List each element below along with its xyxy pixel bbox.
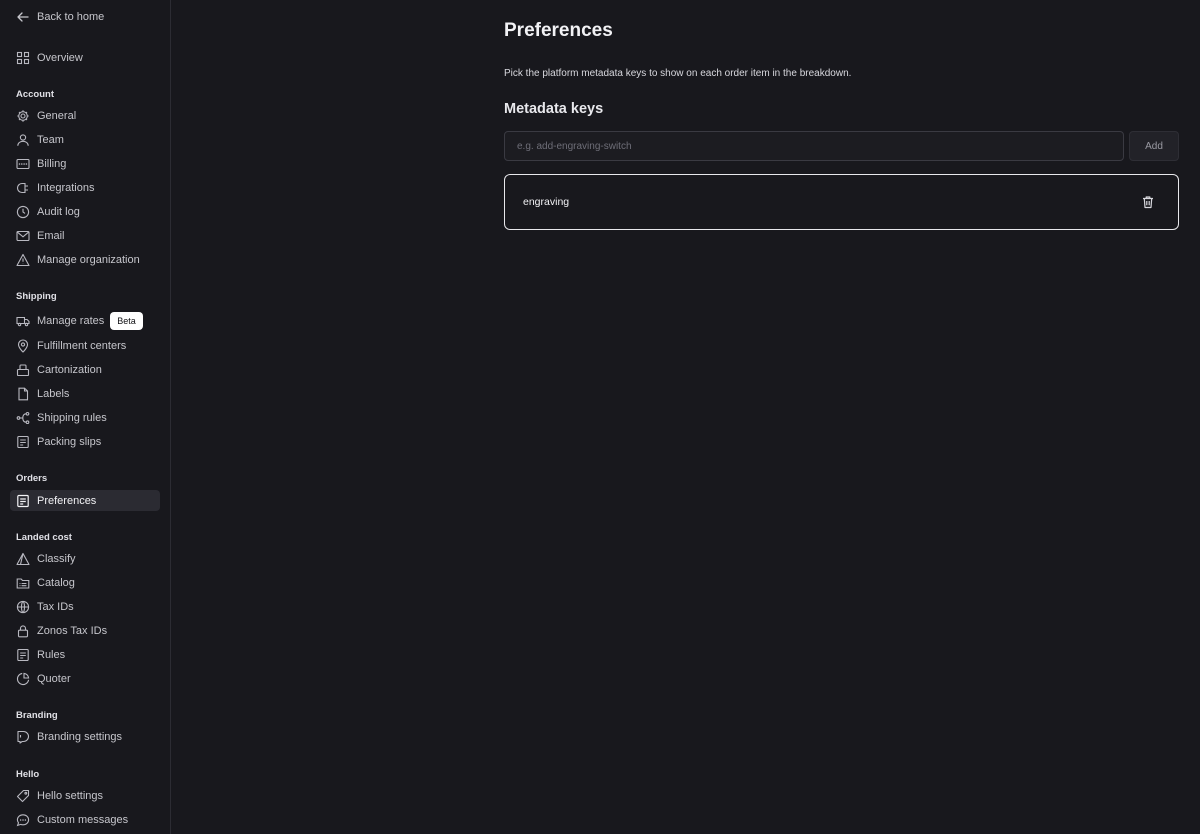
sidebar-item-integrations[interactable]: Integrations bbox=[10, 177, 160, 198]
metadata-key-row: engraving bbox=[504, 174, 1179, 230]
sidebar-item-label: Hello settings bbox=[37, 789, 104, 802]
sidebar-item-manage-organization[interactable]: Manage organization bbox=[10, 249, 160, 270]
metadata-keys-title: Metadata keys bbox=[504, 101, 604, 117]
sidebar-item-label: Classify bbox=[37, 552, 76, 565]
brand-shape-icon bbox=[16, 730, 30, 744]
sidebar: Back to home Overview Account General Te… bbox=[0, 0, 171, 834]
tag-icon bbox=[16, 789, 30, 803]
trash-icon[interactable] bbox=[1140, 194, 1156, 210]
mail-icon bbox=[16, 229, 30, 243]
box-icon bbox=[16, 363, 30, 377]
globe-icon bbox=[16, 600, 30, 614]
grid-icon bbox=[16, 51, 30, 65]
sidebar-item-email[interactable]: Email bbox=[10, 225, 160, 246]
sidebar-item-catalog[interactable]: Catalog bbox=[10, 572, 160, 593]
sidebar-item-general[interactable]: General bbox=[10, 105, 160, 126]
sidebar-item-label: Tax IDs bbox=[37, 600, 74, 613]
preferences-doc-icon bbox=[16, 494, 30, 508]
sidebar-item-custom-messages[interactable]: Custom messages bbox=[10, 809, 160, 830]
sidebar-item-label: Email bbox=[37, 229, 65, 242]
sidebar-item-quoter[interactable]: Quoter bbox=[10, 668, 160, 689]
sidebar-item-tax-ids[interactable]: Tax IDs bbox=[10, 596, 160, 617]
sidebar-item-label: Rules bbox=[37, 648, 66, 661]
rules-doc-icon bbox=[16, 648, 30, 662]
sidebar-item-label: Billing bbox=[37, 157, 67, 170]
lock-icon bbox=[16, 624, 30, 638]
sidebar-item-label: Team bbox=[37, 133, 64, 146]
sidebar-item-label: Overview bbox=[37, 51, 83, 64]
sidebar-item-label: Zonos Tax IDs bbox=[37, 624, 108, 637]
sidebar-item-zonos-tax-ids[interactable]: Zonos Tax IDs bbox=[10, 620, 160, 641]
sidebar-item-hello-settings[interactable]: Hello settings bbox=[10, 785, 160, 806]
back-to-home-link[interactable]: Back to home bbox=[16, 9, 104, 25]
section-title-landed-cost: Landed cost bbox=[16, 532, 72, 543]
sidebar-item-label: Shipping rules bbox=[37, 411, 107, 424]
sidebar-item-label: Packing slips bbox=[37, 435, 102, 448]
sidebar-item-overview[interactable]: Overview bbox=[10, 47, 160, 68]
clock-icon bbox=[16, 205, 30, 219]
truck-icon bbox=[16, 314, 30, 328]
sidebar-item-label: Fulfillment centers bbox=[37, 339, 127, 352]
sidebar-item-fulfillment-centers[interactable]: Fulfillment centers bbox=[10, 335, 160, 356]
sidebar-item-audit-log[interactable]: Audit log bbox=[10, 201, 160, 222]
sidebar-item-preferences[interactable]: Preferences bbox=[10, 490, 160, 511]
section-title-shipping: Shipping bbox=[16, 291, 57, 302]
sidebar-item-label: Cartonization bbox=[37, 363, 102, 376]
sidebar-item-label: Manage rates bbox=[37, 314, 105, 327]
metadata-key-label: engraving bbox=[523, 196, 570, 208]
billing-card-icon bbox=[16, 157, 30, 171]
sidebar-item-billing[interactable]: Billing bbox=[10, 153, 160, 174]
arrow-left-icon bbox=[17, 12, 29, 22]
sidebar-item-branding-settings[interactable]: Branding settings bbox=[10, 726, 160, 747]
sidebar-item-label: General bbox=[37, 109, 77, 122]
classify-triangle-icon bbox=[16, 552, 30, 566]
section-title-account: Account bbox=[16, 89, 54, 100]
folder-icon bbox=[16, 576, 30, 590]
gear-icon bbox=[16, 109, 30, 123]
warning-triangle-icon bbox=[16, 253, 30, 267]
sidebar-item-manage-rates[interactable]: Manage rates Beta bbox=[10, 309, 160, 332]
sidebar-item-label: Catalog bbox=[37, 576, 75, 589]
page-description: Pick the platform metadata keys to show … bbox=[504, 68, 852, 79]
metadata-key-input[interactable] bbox=[504, 131, 1124, 161]
sidebar-item-label: Custom messages bbox=[37, 813, 129, 826]
sidebar-item-team[interactable]: Team bbox=[10, 129, 160, 150]
back-to-home-label: Back to home bbox=[37, 11, 105, 23]
file-icon bbox=[16, 387, 30, 401]
sidebar-item-label: Audit log bbox=[37, 205, 80, 218]
plug-icon bbox=[16, 181, 30, 195]
sidebar-item-label: Preferences bbox=[37, 494, 97, 507]
section-title-hello: Hello bbox=[16, 769, 40, 780]
add-button[interactable]: Add bbox=[1129, 131, 1179, 161]
sidebar-item-classify[interactable]: Classify bbox=[10, 548, 160, 569]
sidebar-item-label: Branding settings bbox=[37, 730, 122, 743]
map-pin-icon bbox=[16, 338, 30, 353]
sidebar-item-labels[interactable]: Labels bbox=[10, 383, 160, 404]
user-icon bbox=[16, 133, 30, 147]
page-title: Preferences bbox=[504, 20, 613, 41]
pie-chart-icon bbox=[16, 672, 30, 686]
sidebar-item-label: Manage organization bbox=[37, 253, 140, 266]
sidebar-item-label: Labels bbox=[37, 387, 70, 400]
sidebar-item-cartonization[interactable]: Cartonization bbox=[10, 359, 160, 380]
sidebar-item-shipping-rules[interactable]: Shipping rules bbox=[10, 407, 160, 428]
beta-badge: Beta bbox=[110, 311, 143, 330]
section-title-orders: Orders bbox=[16, 473, 48, 484]
document-lines-icon bbox=[16, 435, 30, 449]
branch-flow-icon bbox=[16, 411, 30, 425]
sidebar-item-label: Integrations bbox=[37, 181, 95, 194]
chat-bubble-icon bbox=[16, 813, 30, 827]
sidebar-item-label: Quoter bbox=[37, 672, 71, 685]
sidebar-item-packing-slips[interactable]: Packing slips bbox=[10, 431, 160, 452]
sidebar-item-rules[interactable]: Rules bbox=[10, 644, 160, 665]
section-title-branding: Branding bbox=[16, 710, 58, 721]
